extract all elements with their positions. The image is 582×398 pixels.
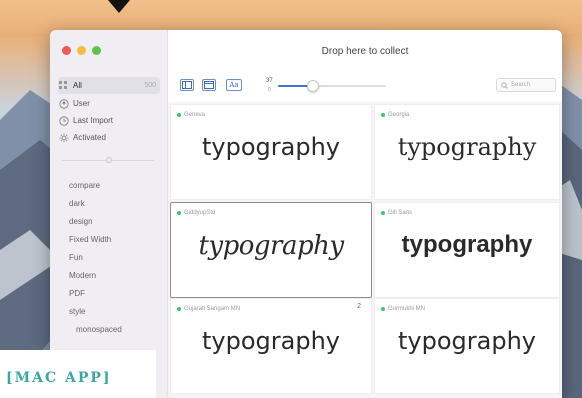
activated-dot bbox=[381, 211, 385, 215]
sidebar-item-label: All bbox=[73, 81, 82, 90]
drop-zone-title[interactable]: Drop here to collect bbox=[168, 46, 562, 57]
sidebar-item-last-import[interactable]: Last Import bbox=[58, 112, 160, 129]
font-sample: typography bbox=[401, 231, 533, 258]
font-name: Geneva bbox=[184, 112, 206, 118]
search-icon bbox=[501, 81, 508, 89]
close-button[interactable] bbox=[62, 46, 71, 55]
search-input[interactable]: Search bbox=[496, 78, 556, 92]
font-sample: typography bbox=[202, 133, 340, 161]
user-icon bbox=[58, 98, 69, 109]
font-sample-icon: Aa bbox=[229, 81, 239, 89]
sidebar-item-label: Activated bbox=[73, 133, 106, 142]
style-count-badge: 2 bbox=[357, 303, 361, 310]
font-card-selected[interactable]: GiddyupStd typography bbox=[170, 202, 372, 298]
size-min-label: 0 bbox=[268, 87, 271, 93]
main-panel: Drop here to collect Aa 37 0 Search Gene… bbox=[168, 30, 562, 398]
font-card[interactable]: Geneva typography bbox=[170, 104, 372, 200]
preview-toggle-button[interactable] bbox=[202, 79, 216, 91]
font-sample: typography bbox=[398, 327, 536, 355]
item-count: 500 bbox=[144, 82, 156, 89]
window-icon bbox=[204, 81, 214, 89]
app-window: All 500 User Last Import Activated compa… bbox=[50, 30, 562, 398]
font-card[interactable]: Gurmukhi MN typography bbox=[374, 298, 560, 394]
size-value: 37 bbox=[266, 78, 273, 84]
font-card[interactable]: Georgia typography bbox=[374, 104, 560, 200]
font-name-row: Gujarati Sangam MN bbox=[177, 306, 240, 312]
sidebar-item-activated[interactable]: Activated bbox=[58, 129, 160, 146]
sidebar-item-all[interactable]: All 500 bbox=[58, 77, 160, 94]
tag-item[interactable]: dark bbox=[69, 199, 85, 208]
tag-item[interactable]: Modern bbox=[69, 271, 96, 280]
font-sample: typography bbox=[198, 231, 344, 261]
divider-handle bbox=[106, 157, 112, 163]
activated-dot bbox=[177, 211, 181, 215]
minimize-button[interactable] bbox=[77, 46, 86, 55]
font-name: Georgia bbox=[388, 112, 410, 118]
font-card[interactable]: Gujarati Sangam MN 2 typography bbox=[170, 298, 372, 394]
font-sample-button[interactable]: Aa bbox=[226, 79, 242, 91]
font-name-row: Gurmukhi MN bbox=[381, 306, 425, 312]
activated-dot bbox=[381, 307, 385, 311]
zoom-button[interactable] bbox=[92, 46, 101, 55]
font-name: GiddyupStd bbox=[184, 210, 216, 216]
tag-item[interactable]: PDF bbox=[69, 289, 85, 298]
sidebar: All 500 User Last Import Activated compa… bbox=[50, 30, 168, 398]
activated-dot bbox=[177, 113, 181, 117]
sidebar-item-label: User bbox=[73, 99, 90, 108]
toolbar: Aa 37 0 Search bbox=[168, 76, 562, 96]
font-name-row: Geneva bbox=[177, 112, 205, 118]
banner-label: [MAC APP] bbox=[6, 370, 112, 386]
sun-icon bbox=[58, 132, 69, 143]
search-placeholder: Search bbox=[511, 82, 531, 88]
font-name: Gurmukhi MN bbox=[388, 306, 426, 312]
sidebar-icon bbox=[182, 81, 192, 89]
sidebar-toggle-button[interactable] bbox=[180, 79, 194, 91]
font-name-row: Gill Sans bbox=[381, 210, 412, 216]
tag-item[interactable]: compare bbox=[69, 181, 100, 190]
tag-item[interactable]: style bbox=[69, 307, 85, 316]
activated-dot bbox=[381, 113, 385, 117]
activated-dot bbox=[177, 307, 181, 311]
font-card[interactable]: Gill Sans typography bbox=[374, 202, 560, 298]
font-sample: typography bbox=[202, 327, 340, 355]
overlay-banner: [MAC APP] bbox=[0, 350, 156, 398]
tag-item[interactable]: monospaced bbox=[76, 325, 122, 334]
diamond-icon bbox=[108, 0, 130, 13]
font-sample: typography bbox=[397, 133, 537, 161]
tag-item[interactable]: design bbox=[69, 217, 93, 226]
sidebar-item-label: Last Import bbox=[73, 116, 114, 125]
font-name-row: Georgia bbox=[381, 112, 409, 118]
size-slider-knob[interactable] bbox=[306, 80, 319, 92]
font-name: Gill Sans bbox=[388, 210, 413, 216]
window-controls bbox=[62, 46, 101, 55]
clock-icon bbox=[58, 115, 69, 126]
font-name-row: GiddyupStd bbox=[177, 210, 215, 216]
tag-item[interactable]: Fun bbox=[69, 253, 83, 262]
wallpaper-sky bbox=[0, 0, 582, 34]
sidebar-item-user[interactable]: User bbox=[58, 95, 160, 112]
grid-icon bbox=[58, 80, 69, 91]
font-grid: Geneva typography Georgia typography Gid… bbox=[168, 102, 562, 398]
font-name: Gujarati Sangam MN bbox=[184, 306, 241, 312]
tag-item[interactable]: Fixed Width bbox=[69, 235, 111, 244]
